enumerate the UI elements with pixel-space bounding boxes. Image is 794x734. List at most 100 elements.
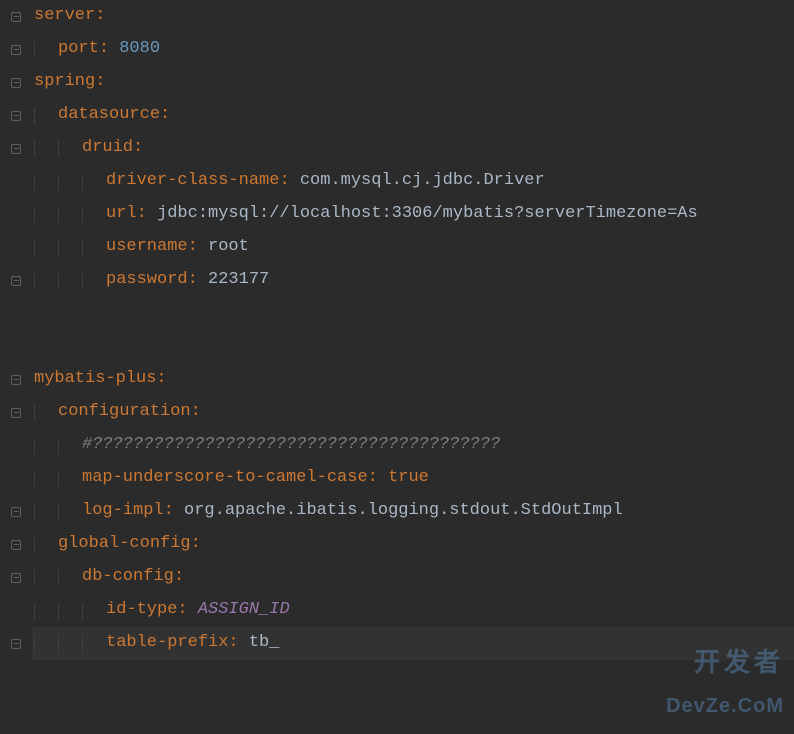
fold-icon[interactable] [11,507,21,517]
fold-icon[interactable] [11,639,21,649]
colon: : [279,165,289,198]
code-line[interactable] [32,297,794,330]
yaml-key: druid [82,132,133,165]
colon: : [174,561,184,594]
fold-icon[interactable] [11,144,21,154]
gutter-line [0,528,32,561]
gutter-line [0,462,32,495]
colon: : [188,231,198,264]
yaml-value: true [388,462,429,495]
yaml-value: 8080 [119,33,160,66]
gutter-line [0,363,32,396]
gutter-line [0,198,32,231]
colon: : [137,198,147,231]
code-line[interactable]: url: jdbc:mysql://localhost:3306/mybatis… [32,198,794,231]
yaml-key: url [106,198,137,231]
fold-icon[interactable] [11,12,21,22]
colon: : [177,594,187,627]
colon: : [164,495,174,528]
code-line[interactable] [32,330,794,363]
code-line[interactable]: id-type: ASSIGN_ID [32,594,794,627]
code-editor[interactable]: server:port: 8080spring:datasource:druid… [0,0,794,734]
comment: #???????????????????????????????????????… [82,429,500,462]
colon: : [191,396,201,429]
gutter-line [0,495,32,528]
yaml-key: username [106,231,188,264]
code-line[interactable]: spring: [32,66,794,99]
gutter-line [0,330,32,363]
yaml-key: mybatis-plus [34,363,156,396]
code-line[interactable]: configuration: [32,396,794,429]
code-line[interactable]: datasource: [32,99,794,132]
colon: : [191,528,201,561]
colon: : [133,132,143,165]
gutter-line [0,429,32,462]
code-line[interactable]: mybatis-plus: [32,363,794,396]
colon: : [156,363,166,396]
gutter-line [0,561,32,594]
yaml-key: db-config [82,561,174,594]
gutter-line [0,33,32,66]
code-line[interactable]: table-prefix: tb_ [32,627,794,660]
gutter-line [0,627,32,660]
yaml-key: spring [34,66,95,99]
code-line[interactable] [32,660,794,693]
yaml-key: id-type [106,594,177,627]
yaml-key: datasource [58,99,160,132]
code-line[interactable]: map-underscore-to-camel-case: true [32,462,794,495]
fold-icon[interactable] [11,573,21,583]
colon: : [160,99,170,132]
colon: : [95,66,105,99]
gutter-line [0,99,32,132]
yaml-key: configuration [58,396,191,429]
yaml-value: jdbc:mysql://localhost:3306/mybatis?serv… [157,198,698,231]
fold-icon[interactable] [11,276,21,286]
gutter-line [0,297,32,330]
yaml-key: driver-class-name [106,165,279,198]
code-line[interactable]: port: 8080 [32,33,794,66]
yaml-value: 223177 [208,264,269,297]
code-line[interactable]: druid: [32,132,794,165]
code-line[interactable]: #???????????????????????????????????????… [32,429,794,462]
fold-icon[interactable] [11,408,21,418]
yaml-key: password [106,264,188,297]
yaml-value: com.mysql.cj.jdbc.Driver [300,165,545,198]
gutter-line [0,594,32,627]
yaml-key: port [58,33,99,66]
code-line[interactable]: log-impl: org.apache.ibatis.logging.stdo… [32,495,794,528]
gutter-line [0,0,32,33]
gutter-line [0,132,32,165]
yaml-key: global-config [58,528,191,561]
gutter-line [0,660,32,693]
colon: : [228,627,238,660]
yaml-value: root [208,231,249,264]
code-line[interactable]: server: [32,0,794,33]
yaml-value: tb_ [249,627,280,660]
code-area[interactable]: server:port: 8080spring:datasource:druid… [32,0,794,734]
fold-icon[interactable] [11,111,21,121]
code-line[interactable]: db-config: [32,561,794,594]
gutter-line [0,66,32,99]
gutter-line [0,396,32,429]
fold-icon[interactable] [11,375,21,385]
yaml-key: table-prefix [106,627,228,660]
gutter-line [0,264,32,297]
yaml-key: server [34,0,95,33]
gutter-line [0,165,32,198]
code-line[interactable]: password: 223177 [32,264,794,297]
fold-icon[interactable] [11,540,21,550]
colon: : [188,264,198,297]
code-line[interactable]: driver-class-name: com.mysql.cj.jdbc.Dri… [32,165,794,198]
gutter [0,0,32,734]
yaml-key: log-impl [82,495,164,528]
colon: : [99,33,109,66]
yaml-value: ASSIGN_ID [198,594,290,627]
yaml-key: map-underscore-to-camel-case [82,462,368,495]
colon: : [95,0,105,33]
yaml-value: org.apache.ibatis.logging.stdout.StdOutI… [184,495,623,528]
fold-icon[interactable] [11,45,21,55]
code-line[interactable]: username: root [32,231,794,264]
fold-icon[interactable] [11,78,21,88]
colon: : [368,462,378,495]
code-line[interactable]: global-config: [32,528,794,561]
